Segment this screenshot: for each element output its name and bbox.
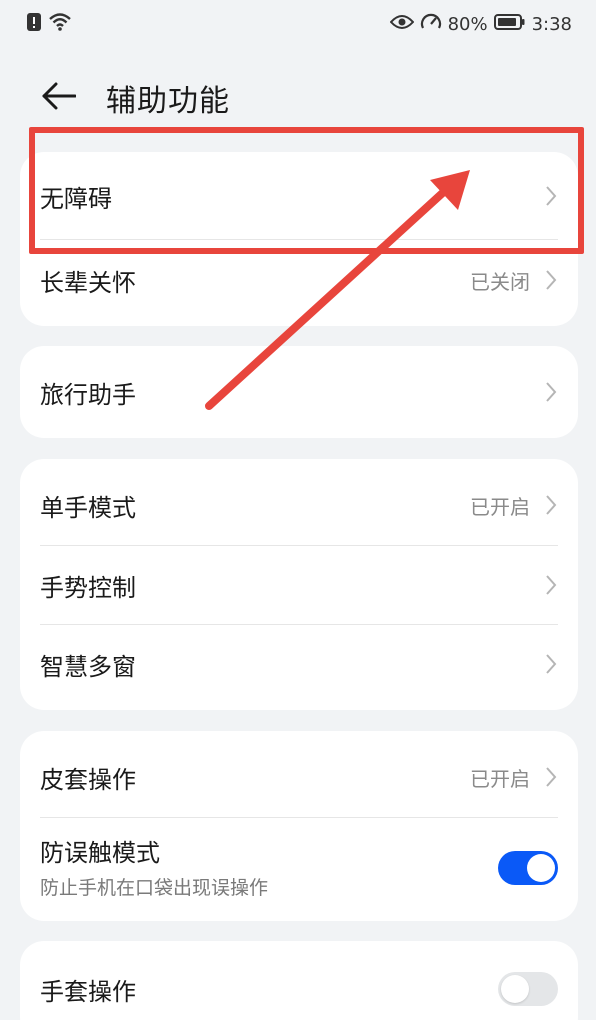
annotation-arrow-icon <box>205 170 470 410</box>
